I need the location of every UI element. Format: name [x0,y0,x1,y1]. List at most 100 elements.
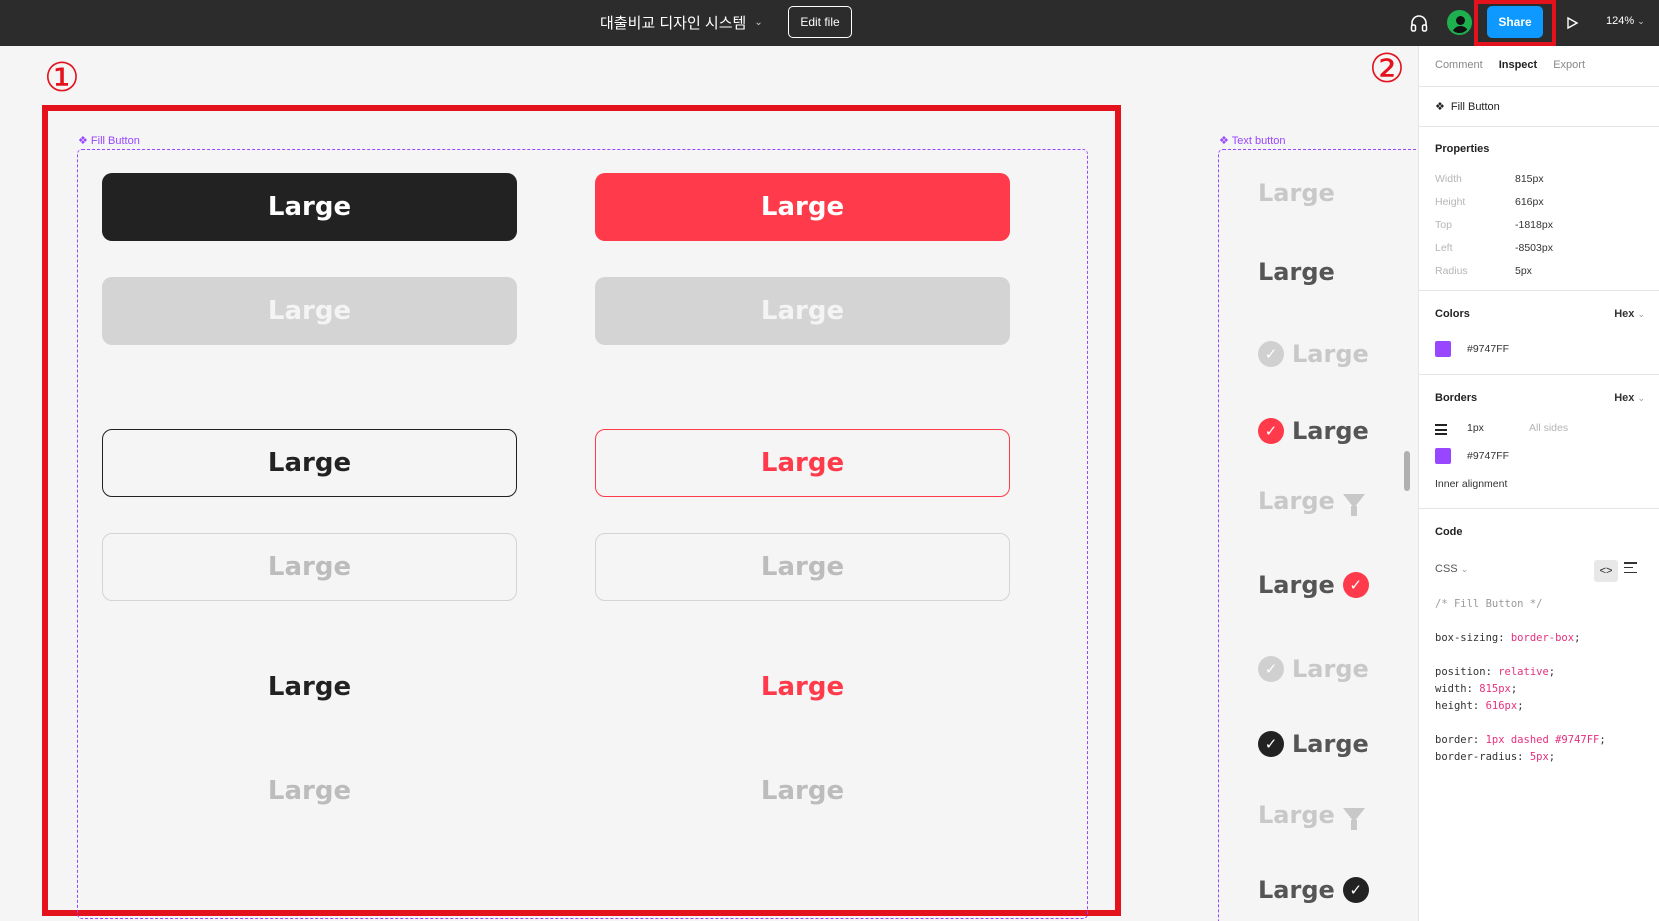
property-row: Left -8503px [1435,242,1553,254]
component-icon: ❖ [1435,101,1445,113]
property-row: Radius 5px [1435,265,1532,277]
chevron-down-icon: ⌄ [754,17,763,28]
zoom-level: 124% [1606,15,1635,27]
tab-export[interactable]: Export [1553,59,1585,71]
text-button-label: Large [1258,487,1335,515]
code-line: height: 616px; [1435,700,1524,712]
text-frame-label[interactable]: ❖ Text button [1219,134,1286,147]
code-line: border-radius: 5px; [1435,751,1556,763]
filter-icon [1342,808,1365,830]
text-style-button-dark[interactable]: Large [102,653,517,721]
text-button[interactable]: Large ✓ [1258,571,1369,599]
borders-format-select[interactable]: Hex ⌄ [1614,392,1645,404]
check-circle-icon: ✓ [1258,656,1284,682]
text-wrap-icon[interactable] [1624,562,1637,573]
file-title: 대출비교 디자인 시스템 [600,15,747,32]
tab-inspect[interactable]: Inspect [1499,59,1538,71]
text-button-label: Large [1292,340,1369,368]
border-color-value[interactable]: #9747FF [1467,450,1509,462]
outline-button-dark[interactable]: Large [102,429,517,497]
tab-comment[interactable]: Comment [1435,59,1483,71]
outline-button-disabled[interactable]: Large [595,533,1010,601]
text-button[interactable]: Large [1258,801,1365,830]
divider [1419,86,1659,87]
file-title-menu[interactable]: 대출비교 디자인 시스템 ⌄ [600,12,763,33]
border-weight-icon [1435,424,1447,435]
canvas-scrollbar[interactable] [1404,451,1410,491]
outline-button-red[interactable]: Large [595,429,1010,497]
check-circle-icon: ✓ [1258,341,1284,367]
borders-title: Borders [1435,392,1478,404]
inner-alignment: Inner alignment [1435,478,1508,490]
chevron-down-icon: ⌄ [1637,16,1645,26]
annotation-marker-2: ② [1369,46,1405,92]
text-button[interactable]: Large [1258,258,1335,286]
divider [1419,290,1659,291]
color-swatch[interactable] [1435,341,1451,357]
properties-title: Properties [1435,143,1490,155]
text-style-button-disabled[interactable]: Large [595,757,1010,825]
code-line: width: 815px; [1435,683,1518,695]
colors-title: Colors [1435,308,1470,320]
code-title: Code [1435,526,1463,538]
text-button-label: Large [1292,730,1369,758]
play-icon[interactable] [1561,12,1583,34]
border-color-swatch[interactable] [1435,448,1451,464]
text-style-button-disabled[interactable]: Large [102,757,517,825]
zoom-menu[interactable]: 124% ⌄ [1606,15,1645,27]
top-toolbar: 대출비교 디자인 시스템 ⌄ Edit file Share 124% ⌄ [0,0,1659,46]
check-circle-icon: ✓ [1342,572,1369,598]
divider [1419,508,1659,509]
color-value[interactable]: #9747FF [1467,343,1509,355]
annotation-marker-1: ① [44,55,80,101]
text-button[interactable]: ✓ Large [1258,655,1369,683]
check-circle-icon: ✓ [1342,877,1369,903]
code-line: position: relative; [1435,666,1556,678]
property-row: Height 616px [1435,196,1544,208]
code-line: border: 1px dashed #9747FF; [1435,734,1606,746]
colors-format-select[interactable]: Hex ⌄ [1614,308,1645,320]
fill-frame-label[interactable]: ❖ Fill Button [78,134,140,147]
fill-button-dark[interactable]: Large [102,173,517,241]
outline-button-disabled[interactable]: Large [102,533,517,601]
headphones-icon[interactable] [1408,12,1430,34]
check-circle-icon: ✓ [1258,731,1284,757]
text-button-label: Large [1258,801,1335,829]
fill-button-disabled[interactable]: Large [102,277,517,345]
avatar[interactable] [1447,10,1472,35]
check-circle-icon: ✓ [1258,418,1284,444]
text-button[interactable]: ✓ Large [1258,730,1369,758]
text-button[interactable]: Large [1258,487,1365,516]
fill-button-red[interactable]: Large [595,173,1010,241]
code-comment: /* Fill Button */ [1435,598,1543,610]
text-button-label: Large [1292,655,1369,683]
text-button-label: Large [1292,417,1369,445]
panel-tabs: Comment Inspect Export [1435,59,1585,71]
share-highlight-box [1474,0,1556,46]
border-width: 1px [1467,422,1484,434]
code-language-select[interactable]: CSS ⌄ [1435,563,1468,575]
code-view-icon[interactable]: <> [1594,560,1618,582]
text-button[interactable]: ✓ Large [1258,340,1369,368]
divider [1419,374,1659,375]
component-name: Fill Button [1450,100,1500,113]
edit-file-button[interactable]: Edit file [788,6,852,38]
text-button[interactable]: Large [1258,179,1335,207]
text-button-label: Large [1258,876,1335,904]
border-sides: All sides [1529,422,1569,434]
text-button[interactable]: Large ✓ [1258,876,1369,904]
text-button-label: Large [1258,179,1335,207]
text-button-label: Large [1258,571,1335,599]
property-row: Width 815px [1435,173,1544,185]
selected-component: ❖ Fill Button [1435,100,1500,114]
filter-icon [1342,494,1365,516]
design-canvas[interactable]: ① ② ❖ Fill Button ❖ Text button Large La… [0,46,1418,921]
text-button[interactable]: ✓ Large [1258,417,1369,445]
code-line: box-sizing: border-box; [1435,632,1581,644]
fill-button-disabled[interactable]: Large [595,277,1010,345]
property-row: Top -1818px [1435,219,1553,231]
divider [1419,126,1659,127]
text-button-label: Large [1258,258,1335,286]
text-style-button-red[interactable]: Large [595,653,1010,721]
inspect-panel: Comment Inspect Export ❖ Fill Button Pro… [1418,46,1659,921]
